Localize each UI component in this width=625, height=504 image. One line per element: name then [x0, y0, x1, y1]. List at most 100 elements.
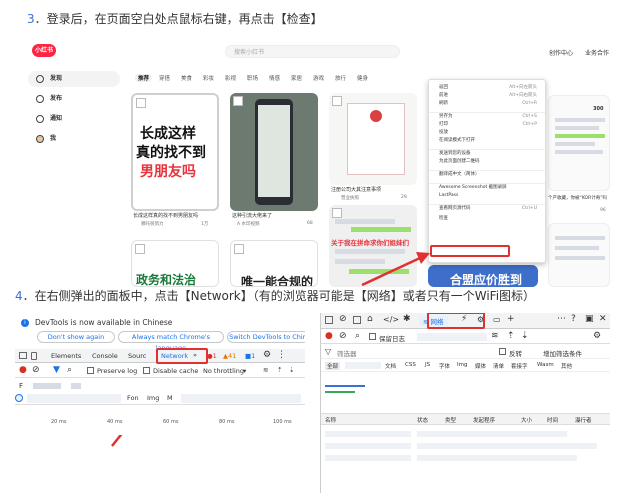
- help-icon[interactable]: ?: [571, 314, 576, 324]
- timeline-tick: 80 ms: [219, 419, 235, 425]
- request-rows: [321, 425, 610, 493]
- dock-icon[interactable]: ▣: [585, 314, 594, 324]
- column-size[interactable]: 大小: [521, 416, 532, 424]
- close-icon[interactable]: ✕: [599, 314, 607, 324]
- invert-icon[interactable]: [15, 394, 23, 402]
- column-initiator[interactable]: 发起程序: [473, 416, 495, 424]
- preserve-log-checkbox[interactable]: [369, 333, 376, 340]
- step-text: ．在右侧弹出的面板中，点击【Network】（有的浏览器可能是【网络】或者只有一…: [22, 289, 536, 303]
- tab-sources[interactable]: Sourc: [128, 352, 146, 360]
- timeline-tick: 60 ms: [163, 419, 179, 425]
- match-language-button[interactable]: Always match Chrome's language: [118, 331, 224, 352]
- filter-input[interactable]: 筛选器: [337, 348, 357, 358]
- table-row[interactable]: [325, 455, 411, 461]
- column-waterfall[interactable]: 瀑行者: [575, 416, 592, 424]
- error-count-badge[interactable]: ●1: [207, 352, 217, 360]
- type-img[interactable]: Img: [457, 362, 467, 368]
- type-socket[interactable]: 套接字: [511, 362, 528, 370]
- filter-input-blurred[interactable]: [33, 383, 61, 389]
- upload-icon[interactable]: ⇡: [507, 331, 515, 341]
- table-row[interactable]: [325, 431, 411, 437]
- more-filters-select[interactable]: 增加筛选条件: [543, 348, 582, 358]
- type-font[interactable]: 字体: [439, 362, 450, 370]
- filter-row: F Fon Img M: [15, 379, 305, 405]
- record-icon[interactable]: ●: [19, 365, 27, 375]
- filter-label-icon: F: [19, 382, 24, 390]
- filter-row: ▽ 筛选器 反转 增加筛选条件: [321, 345, 610, 359]
- settings-gear-icon[interactable]: ⚙: [593, 331, 601, 341]
- type-js[interactable]: JS: [425, 362, 430, 368]
- filter-type-font[interactable]: Fon: [127, 394, 139, 402]
- home-icon[interactable]: ⌂: [367, 314, 373, 324]
- tab-elements[interactable]: Elements: [51, 352, 81, 360]
- panel-icon[interactable]: [353, 316, 361, 324]
- chevron-down-icon[interactable]: ▾: [243, 367, 246, 375]
- request-table-header: 名称 状态 类型 发起程序 大小 时间 瀑行者: [321, 413, 610, 425]
- tab-console[interactable]: Console: [92, 352, 118, 360]
- column-time[interactable]: 时间: [547, 416, 558, 424]
- add-tool-icon[interactable]: +: [507, 314, 515, 324]
- wifi-icon[interactable]: ≋: [491, 331, 499, 341]
- info-icon: i: [21, 319, 29, 327]
- settings-gear-icon[interactable]: ⚙: [263, 350, 271, 360]
- wifi-icon[interactable]: ≋: [263, 366, 268, 374]
- type-all[interactable]: 全部: [325, 362, 341, 370]
- info-count-badge[interactable]: ■1: [245, 352, 255, 360]
- type-css[interactable]: CSS: [405, 362, 416, 368]
- filter-type-img[interactable]: Img: [147, 394, 159, 402]
- invert-checkbox[interactable]: [499, 348, 506, 355]
- preserve-log-label: Preserve log: [97, 367, 138, 375]
- highlight-box-network: [427, 313, 485, 329]
- more-options-icon[interactable]: ⋯: [557, 314, 566, 324]
- filter-type-media[interactable]: M: [167, 394, 173, 402]
- devtools-chinese-screenshot: ⊘ ⌂ </> ✱ ≋ 网络 ⚡ ⚙ ▭ + ⋯ ? ▣ ✕ ● ⊘ ⌕ 保留日…: [320, 313, 610, 493]
- column-type[interactable]: 类型: [445, 416, 456, 424]
- filter-icon[interactable]: ▼: [53, 365, 60, 375]
- blurred-region: [27, 394, 121, 403]
- highlight-box-network: [156, 348, 208, 364]
- search-icon[interactable]: ⌕: [67, 365, 72, 375]
- type-wasm[interactable]: Wasm: [537, 362, 554, 368]
- dont-show-again-button[interactable]: Don't show again: [37, 331, 115, 343]
- record-icon[interactable]: ●: [325, 331, 333, 341]
- device-toggle-icon[interactable]: [31, 352, 37, 360]
- table-row[interactable]: [417, 455, 577, 461]
- clear-icon[interactable]: ⊘: [339, 331, 347, 341]
- type-manifest[interactable]: 清单: [493, 362, 504, 370]
- table-row[interactable]: [417, 443, 597, 449]
- devtools-english-screenshot: i DevTools is now available in Chinese D…: [15, 315, 305, 435]
- upload-icon[interactable]: ⇡: [277, 366, 282, 374]
- timeline-tick: 100 ms: [273, 419, 292, 425]
- disable-cache-checkbox[interactable]: [143, 367, 150, 374]
- download-icon[interactable]: ⇣: [521, 331, 529, 341]
- clear-icon[interactable]: ⊘: [32, 365, 40, 375]
- preserve-log-label: 保留日志: [379, 335, 405, 343]
- type-other[interactable]: 其他: [561, 362, 572, 370]
- column-status[interactable]: 状态: [417, 416, 428, 424]
- debug-icon[interactable]: ✱: [403, 314, 411, 324]
- type-media[interactable]: 媒体: [475, 362, 486, 370]
- search-icon[interactable]: ⌕: [355, 331, 360, 341]
- column-name[interactable]: 名称: [325, 416, 336, 424]
- warning-count-badge[interactable]: ▲41: [223, 352, 236, 360]
- timeline-overview: [321, 373, 610, 413]
- download-icon[interactable]: ⇣: [289, 366, 294, 374]
- blurred-region: [181, 394, 301, 403]
- application-icon[interactable]: ▭: [493, 315, 501, 324]
- blurred-region: [345, 362, 381, 369]
- more-options-icon[interactable]: ⋮: [277, 350, 286, 360]
- timeline-tick: 40 ms: [107, 419, 123, 425]
- network-toolbar: ● ⊘ ▼ ⌕ Preserve log Disable cache No th…: [15, 364, 305, 378]
- inspect-element-icon[interactable]: [325, 316, 333, 324]
- disable-cache-label: Disable cache: [153, 367, 199, 375]
- clear-icon[interactable]: ⊘: [339, 314, 347, 324]
- table-row[interactable]: [417, 431, 567, 437]
- table-row[interactable]: [325, 443, 411, 449]
- code-icon[interactable]: </>: [383, 315, 399, 324]
- switch-language-button[interactable]: Switch DevTools to Chin: [227, 331, 305, 343]
- filter-icon: ▽: [325, 347, 332, 356]
- preserve-log-checkbox[interactable]: [87, 367, 94, 374]
- throttling-select[interactable]: No throttling: [203, 367, 244, 375]
- inspect-element-icon[interactable]: [19, 352, 27, 359]
- type-doc[interactable]: 文档: [385, 362, 396, 370]
